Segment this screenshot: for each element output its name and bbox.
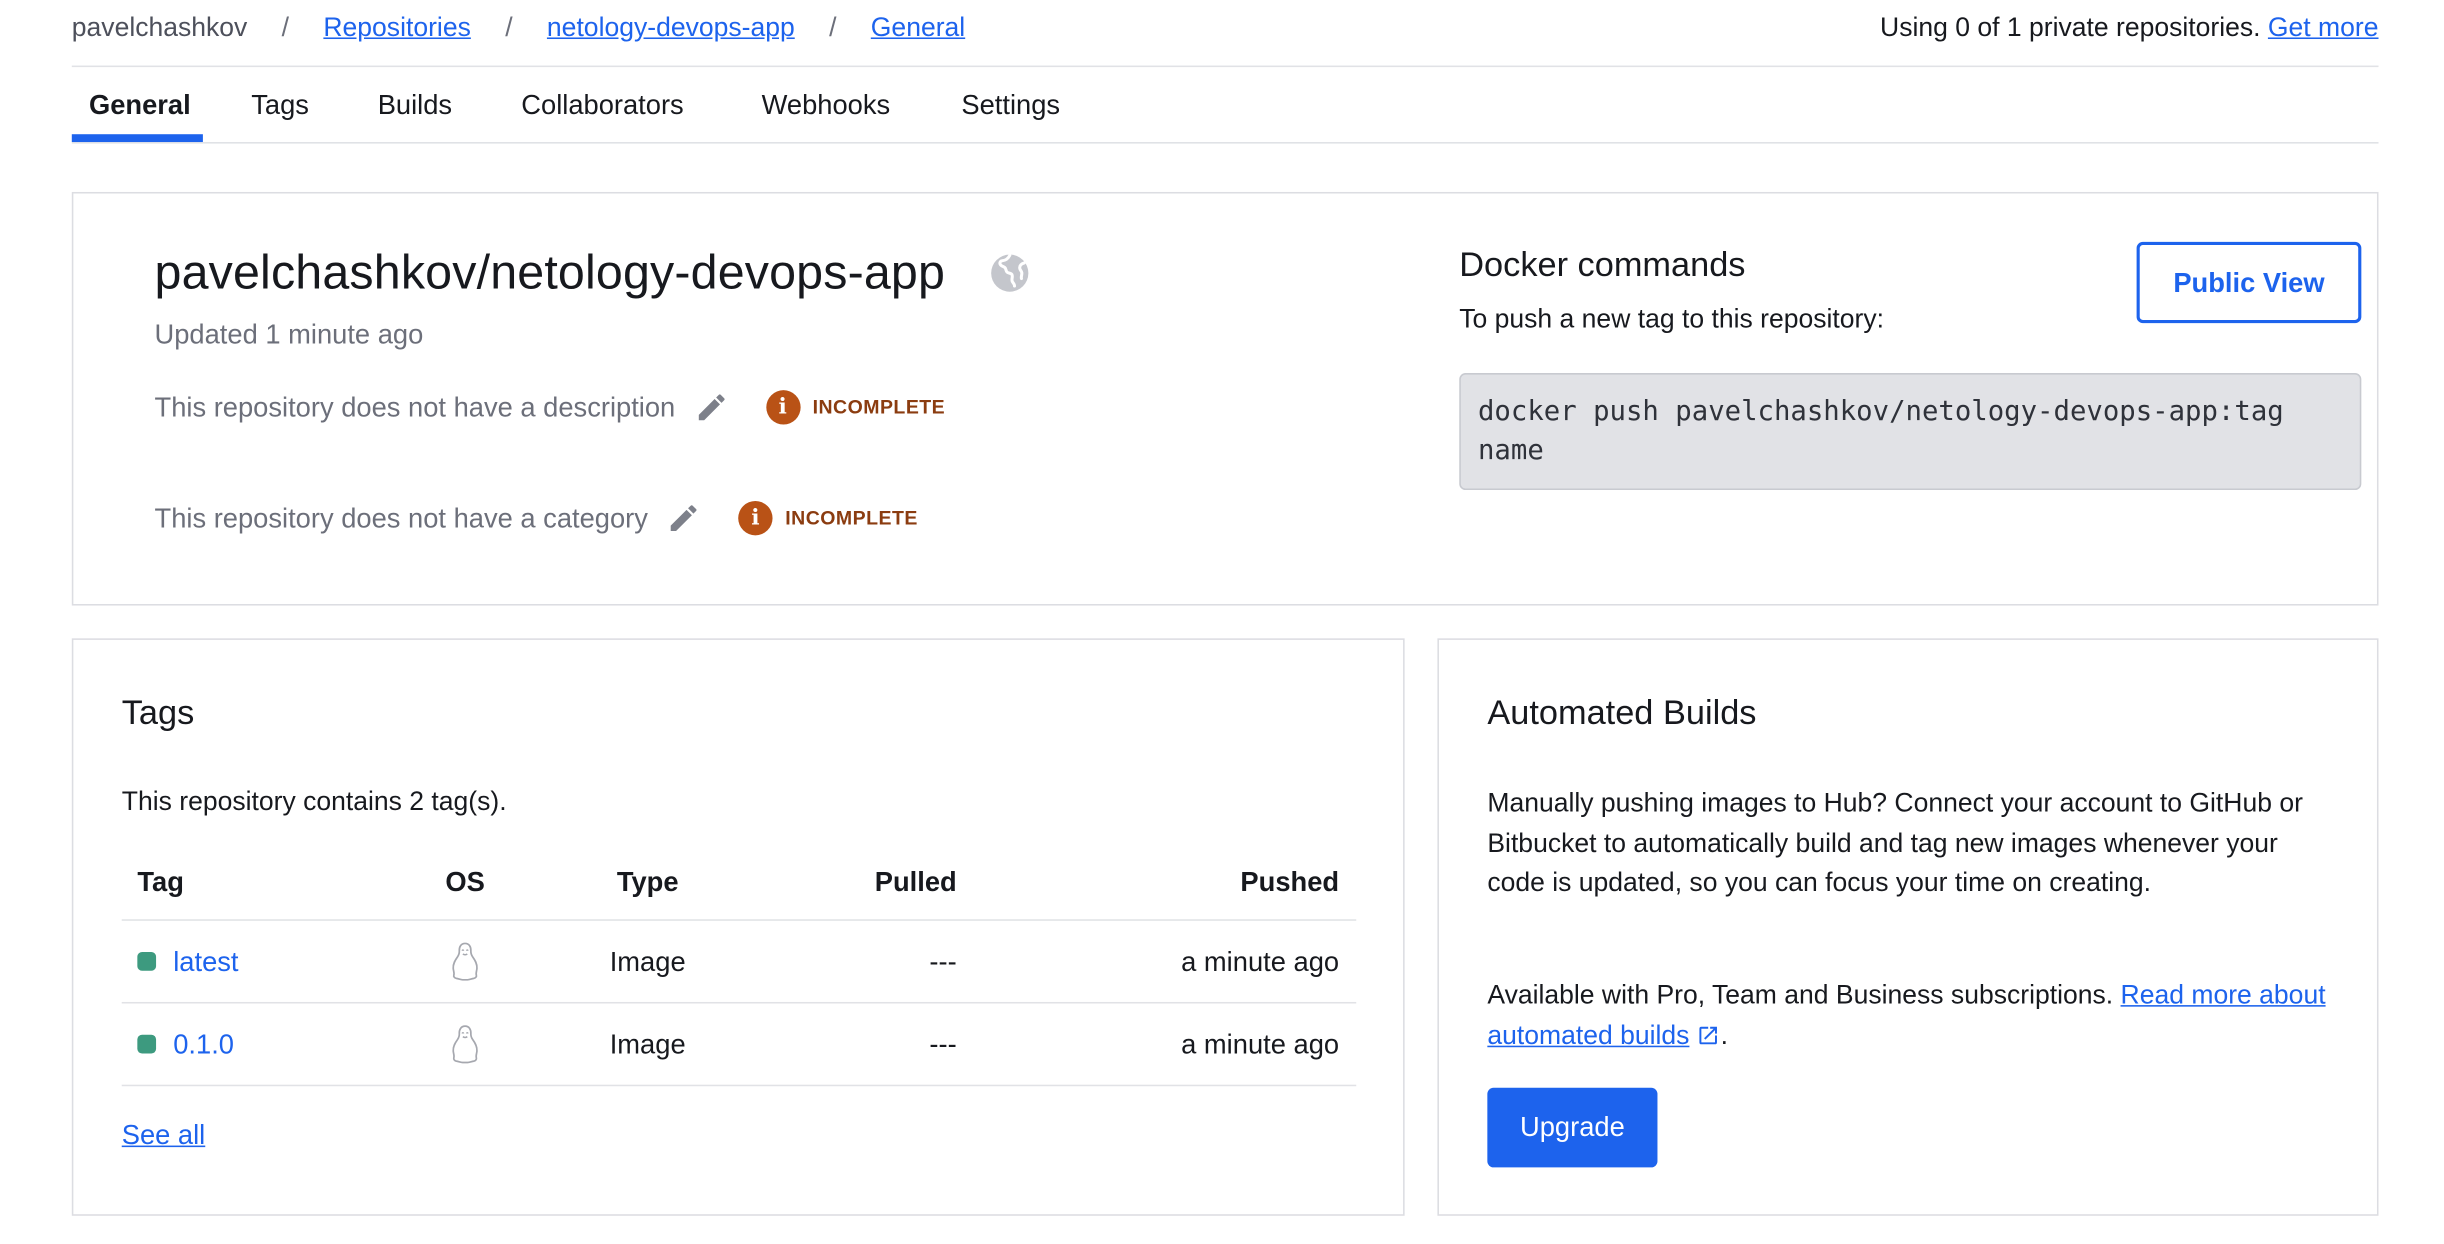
repository-overview-card: pavelchashkov/netology-devops-app Update… xyxy=(71,191,2379,606)
pushed-cell: a minute ago xyxy=(1181,945,1340,977)
column-header-tag: Tag xyxy=(137,865,184,897)
breadcrumb-owner: pavelchashkov xyxy=(71,12,248,43)
get-more-link[interactable]: Get more xyxy=(2268,12,2379,42)
breadcrumb-separator: / xyxy=(505,12,513,43)
os-cell xyxy=(420,921,511,1002)
docker-command-line: name xyxy=(1477,435,1544,467)
top-bar: pavelchashkov / Repositories / netology-… xyxy=(71,0,2379,68)
updated-timestamp: Updated 1 minute ago xyxy=(154,318,424,350)
docker-push-command-box[interactable]: docker push pavelchashkov/netology-devop… xyxy=(1459,373,2362,491)
private-repo-usage: Using 0 of 1 private repositories. Get m… xyxy=(1880,12,2378,43)
tab-general[interactable]: General xyxy=(89,89,191,122)
category-row: This repository does not have a category… xyxy=(154,500,918,536)
breadcrumb: pavelchashkov / Repositories / netology-… xyxy=(72,12,965,43)
pushed-cell: a minute ago xyxy=(1181,1027,1340,1059)
info-icon: i xyxy=(738,500,773,536)
breadcrumb-general-link[interactable]: General xyxy=(871,12,965,43)
linux-icon xyxy=(452,942,478,981)
pulled-cell: --- xyxy=(929,1027,957,1059)
tag-cell: latest xyxy=(137,921,239,1002)
tab-builds[interactable]: Builds xyxy=(378,89,452,122)
tag-link[interactable]: 0.1.0 xyxy=(173,1028,234,1061)
tab-collaborators[interactable]: Collaborators xyxy=(521,89,683,122)
incomplete-badge: i INCOMPLETE xyxy=(765,390,946,425)
type-cell: Image xyxy=(609,1027,686,1059)
automated-builds-description: Manually pushing images to Hub? Connect … xyxy=(1487,788,2303,899)
breadcrumb-repositories-link[interactable]: Repositories xyxy=(323,12,470,43)
tags-card-title: Tags xyxy=(121,692,195,732)
tag-status-dot xyxy=(137,1034,157,1054)
see-all-tags-link[interactable]: See all xyxy=(122,1119,206,1152)
docker-command-line: docker push pavelchashkov/netology-devop… xyxy=(1477,396,2284,428)
column-header-pushed: Pushed xyxy=(1240,865,1340,897)
globe-icon xyxy=(991,253,1029,292)
tags-table: Tag OS Type Pulled Pushed latest Image -… xyxy=(121,844,1357,1087)
os-cell xyxy=(420,1004,511,1085)
tags-count-text: This repository contains 2 tag(s). xyxy=(121,786,507,817)
active-tab-indicator xyxy=(71,134,203,143)
table-row: latest Image --- a minute ago xyxy=(121,921,1357,1004)
tab-settings[interactable]: Settings xyxy=(961,89,1060,122)
table-header-row: Tag OS Type Pulled Pushed xyxy=(121,844,1357,921)
table-row: 0.1.0 Image --- a minute ago xyxy=(121,1004,1357,1087)
column-header-type: Type xyxy=(616,865,679,897)
info-icon: i xyxy=(765,390,801,425)
edit-description-pencil-icon[interactable] xyxy=(694,390,728,424)
subscription-text: Available with Pro, Team and Business su… xyxy=(1487,980,2114,1010)
edit-category-pencil-icon[interactable] xyxy=(667,501,701,535)
linux-icon xyxy=(452,1025,478,1064)
incomplete-label: INCOMPLETE xyxy=(812,396,946,419)
automated-builds-card: Automated Builds Manually pushing images… xyxy=(1437,638,2379,1216)
incomplete-badge: i INCOMPLETE xyxy=(738,500,918,536)
docker-commands-subtitle: To push a new tag to this repository: xyxy=(1459,304,1885,334)
description-row: This repository does not have a descript… xyxy=(154,390,946,425)
column-header-os: OS xyxy=(445,865,485,897)
category-text: This repository does not have a category xyxy=(154,501,648,533)
subscription-note: Available with Pro, Team and Business su… xyxy=(1487,975,2338,1055)
breadcrumb-separator: / xyxy=(281,12,290,43)
upgrade-button[interactable]: Upgrade xyxy=(1487,1087,1658,1168)
repository-title: pavelchashkov/netology-devops-app xyxy=(154,245,946,300)
tab-webhooks[interactable]: Webhooks xyxy=(762,89,891,122)
sentence-end: . xyxy=(1720,1020,1729,1050)
column-header-pulled: Pulled xyxy=(874,865,957,897)
tag-link[interactable]: latest xyxy=(173,945,238,978)
tags-card: Tags This repository contains 2 tag(s). … xyxy=(71,638,1405,1216)
description-text: This repository does not have a descript… xyxy=(154,390,676,423)
breadcrumb-separator: / xyxy=(829,12,837,43)
repo-tabs: General Tags Builds Collaborators Webhoo… xyxy=(71,69,2379,144)
automated-builds-title: Automated Builds xyxy=(1487,692,1757,732)
breadcrumb-repo-link[interactable]: netology-devops-app xyxy=(547,12,795,43)
external-link-icon xyxy=(1700,1026,1718,1044)
public-view-button[interactable]: Public View xyxy=(2136,241,2362,324)
incomplete-label: INCOMPLETE xyxy=(785,507,918,530)
usage-text: Using 0 of 1 private repositories. xyxy=(1880,12,2261,43)
type-cell: Image xyxy=(609,945,686,977)
pulled-cell: --- xyxy=(929,945,957,977)
docker-commands-title: Docker commands xyxy=(1459,245,1746,285)
tab-tags[interactable]: Tags xyxy=(251,89,309,122)
tag-status-dot xyxy=(137,952,157,971)
tag-cell: 0.1.0 xyxy=(137,1004,234,1085)
